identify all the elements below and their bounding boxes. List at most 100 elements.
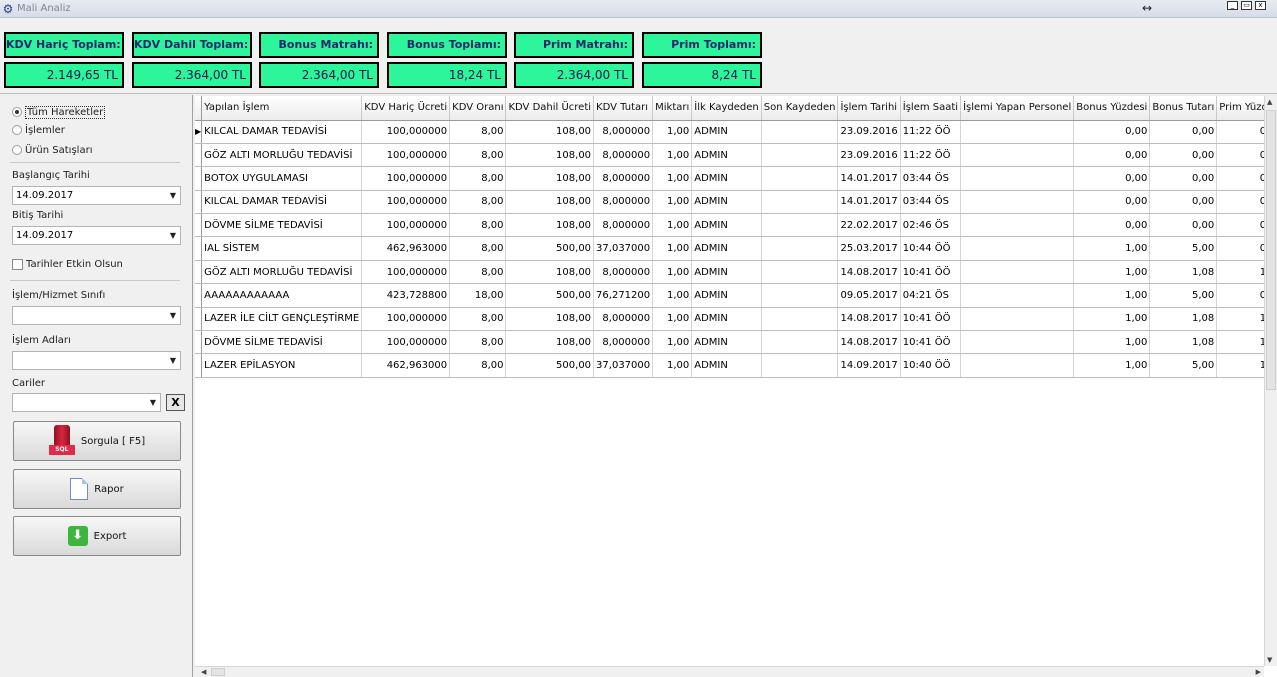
column-header[interactable]: Bonus Yüzdesi (1073, 96, 1151, 121)
radio-operations[interactable]: İşlemler (12, 122, 65, 138)
table-cell[interactable]: 18,00 (449, 283, 507, 308)
column-header[interactable]: KDV Oranı (449, 96, 507, 121)
table-cell[interactable]: ADMIN (691, 143, 762, 168)
table-row[interactable]: DÖVME SİLME TEDAVİSİ 100,000000 8,00 108,00… (195, 213, 1264, 238)
table-cell[interactable]: 5,00 (1149, 353, 1218, 378)
column-header[interactable]: KDV Tutarı (593, 96, 654, 121)
table-cell[interactable]: ADMIN (691, 120, 762, 144)
table-cell[interactable]: 14.08.2017 (837, 307, 901, 332)
table-cell[interactable]: 0,00 (1073, 120, 1151, 144)
table-cell[interactable]: 8,00 (449, 213, 507, 238)
table-cell[interactable]: GÖZ ALTI MORLUĞU TEDAVİSİ (201, 143, 363, 168)
column-header[interactable]: İşlemi Yapan Personel (960, 96, 1075, 121)
table-cell[interactable]: 14.08.2017 (837, 260, 901, 285)
current-row-indicator-icon[interactable]: ▶ (195, 120, 203, 144)
table-cell[interactable]: 500,00 (505, 283, 595, 308)
row-indicator[interactable] (195, 353, 203, 378)
table-cell[interactable]: 8,00 (449, 166, 507, 191)
table-cell[interactable]: 10:44 ÖÖ (900, 236, 962, 261)
row-indicator[interactable] (195, 166, 203, 191)
table-cell[interactable] (960, 190, 1075, 215)
export-button[interactable]: ⬇ Export (13, 516, 181, 556)
table-cell[interactable]: 0,00 (1216, 120, 1264, 144)
table-cell[interactable]: 0,00 (1149, 190, 1218, 215)
table-cell[interactable]: 108,00 (505, 143, 595, 168)
table-cell[interactable]: 8,000000 (593, 260, 654, 285)
table-cell[interactable]: 8,000000 (593, 120, 654, 144)
table-cell[interactable]: 108,00 (505, 330, 595, 355)
table-cell[interactable]: ADMIN (691, 283, 762, 308)
table-cell[interactable]: DÖVME SİLME TEDAVİSİ (201, 213, 363, 238)
table-cell[interactable]: 108,00 (505, 166, 595, 191)
table-cell[interactable]: 23.09.2016 (837, 143, 901, 168)
row-indicator[interactable] (195, 283, 203, 308)
table-cell[interactable] (761, 353, 839, 378)
column-header[interactable]: Prim Yüzdesi (1216, 96, 1264, 121)
table-cell[interactable]: 0,00 (1073, 190, 1151, 215)
table-cell[interactable]: 0,00 (1216, 283, 1264, 308)
table-cell[interactable] (960, 166, 1075, 191)
column-header[interactable]: Bonus Tutarı (1149, 96, 1218, 121)
operation-names-select[interactable]: ▼ (12, 351, 181, 370)
table-cell[interactable]: 100,000000 (361, 330, 451, 355)
table-cell[interactable]: ADMIN (691, 353, 762, 378)
accounts-select[interactable]: ▼ (12, 393, 161, 412)
table-cell[interactable]: 1,00 (652, 307, 693, 332)
table-cell[interactable]: LAZER İLE CİLT GENÇLEŞTİRME (201, 307, 363, 332)
table-cell[interactable] (960, 307, 1075, 332)
table-cell[interactable]: 1,08 (1149, 260, 1218, 285)
row-indicator[interactable] (195, 260, 203, 285)
table-cell[interactable]: 1,00 (652, 166, 693, 191)
horizontal-scrollbar[interactable]: ◀ ▶ (195, 666, 1264, 677)
table-cell[interactable]: 0,00 (1073, 143, 1151, 168)
table-cell[interactable]: 8,00 (449, 330, 507, 355)
column-header[interactable]: İlk Kaydeden (691, 96, 762, 121)
table-cell[interactable]: 0,00 (1149, 120, 1218, 144)
scroll-up-icon[interactable]: ▲ (1267, 98, 1272, 106)
table-cell[interactable]: 1,08 (1149, 330, 1218, 355)
table-cell[interactable]: 108,00 (505, 213, 595, 238)
table-cell[interactable]: 8,00 (449, 120, 507, 144)
table-row[interactable]: DÖVME SİLME TEDAVİSİ 100,000000 8,00 108,00… (195, 330, 1264, 355)
table-cell[interactable] (960, 120, 1075, 144)
table-cell[interactable]: 37,037000 (593, 353, 654, 378)
table-cell[interactable]: 04:21 ÖS (900, 283, 962, 308)
table-cell[interactable]: 1,00 (1073, 260, 1151, 285)
table-cell[interactable] (761, 166, 839, 191)
table-cell[interactable]: KILCAL DAMAR TEDAVİSİ (201, 190, 363, 215)
table-cell[interactable]: 23.09.2016 (837, 120, 901, 144)
table-cell[interactable]: 100,000000 (361, 307, 451, 332)
table-cell[interactable]: 1,00 (1216, 260, 1264, 285)
table-cell[interactable] (960, 213, 1075, 238)
table-cell[interactable]: 462,963000 (361, 236, 451, 261)
table-cell[interactable] (761, 213, 839, 238)
table-cell[interactable] (761, 236, 839, 261)
table-row[interactable]: ▶ KILCAL DAMAR TEDAVİSİ 100,000000 8,00 108,… (195, 120, 1264, 144)
table-cell[interactable]: 76,271200 (593, 283, 654, 308)
table-cell[interactable]: 8,00 (449, 236, 507, 261)
table-cell[interactable]: 10:41 ÖÖ (900, 307, 962, 332)
table-cell[interactable] (761, 190, 839, 215)
table-cell[interactable]: 8,00 (449, 307, 507, 332)
restore-button[interactable]: ▭ (1241, 1, 1252, 10)
scroll-down-icon[interactable]: ▼ (1267, 656, 1272, 664)
dropdown-arrow-icon[interactable]: ▼ (170, 307, 176, 324)
table-cell[interactable]: 1,00 (1216, 307, 1264, 332)
row-indicator[interactable] (195, 307, 203, 332)
row-indicator[interactable] (195, 236, 203, 261)
table-cell[interactable]: 0,00 (1216, 143, 1264, 168)
table-cell[interactable]: ADMIN (691, 213, 762, 238)
radio-product-sales[interactable]: Ürün Satışları (12, 142, 92, 158)
row-indicator[interactable] (195, 330, 203, 355)
table-cell[interactable]: 1,00 (1073, 236, 1151, 261)
table-cell[interactable] (761, 143, 839, 168)
end-date-picker[interactable]: 14.09.2017 ▼ (12, 226, 181, 245)
table-cell[interactable]: 11:22 ÖÖ (900, 120, 962, 144)
table-cell[interactable]: 37,037000 (593, 236, 654, 261)
table-cell[interactable]: ADMIN (691, 260, 762, 285)
scroll-right-icon[interactable]: ▶ (1256, 668, 1261, 676)
table-row[interactable]: GÖZ ALTI MORLUĞU TEDAVİSİ 100,000000 8,00 1… (195, 143, 1264, 168)
table-cell[interactable]: 8,000000 (593, 143, 654, 168)
table-cell[interactable]: 8,000000 (593, 213, 654, 238)
table-cell[interactable]: ADMIN (691, 166, 762, 191)
